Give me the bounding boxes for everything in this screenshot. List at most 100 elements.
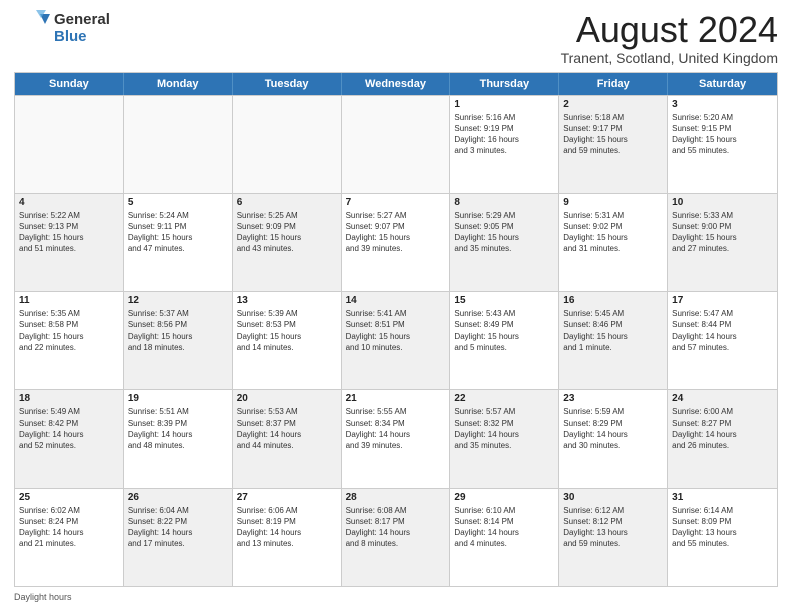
cal-cell-4: 4Sunrise: 5:22 AM Sunset: 9:13 PM Daylig… <box>15 194 124 291</box>
cal-cell-22: 22 Sunrise: 5:57 AM Sunset: 8:32 PM Dayli… <box>450 390 559 487</box>
day-info: Sunrise: 5:16 AM Sunset: 9:19 PM Dayligh… <box>454 112 554 157</box>
day-number: 25 <box>19 492 119 503</box>
day-number: 22 <box>454 393 554 404</box>
day-info: Sunrise: 6:02 AM Sunset: 8:24 PM Dayligh… <box>19 505 119 550</box>
cal-cell-empty-0-0 <box>15 96 124 193</box>
day-number: 3 <box>672 99 773 110</box>
cal-cell-31: 31 Sunrise: 6:14 AM Sunset: 8:09 PM Dayli… <box>668 489 777 586</box>
day-info: Sunrise: 5:51 AM Sunset: 8:39 PM Dayligh… <box>128 406 228 451</box>
calendar: SundayMondayTuesdayWednesdayThursdayFrid… <box>14 72 778 587</box>
cal-week-4: 18 Sunrise: 5:49 AM Sunset: 8:42 PM Dayli… <box>15 389 777 487</box>
cal-cell-25: 25 Sunrise: 6:02 AM Sunset: 8:24 PM Dayli… <box>15 489 124 586</box>
day-info: Sunrise: 6:12 AM Sunset: 8:12 PM Dayligh… <box>563 505 663 550</box>
day-info: Sunrise: 5:59 AM Sunset: 8:29 PM Dayligh… <box>563 406 663 451</box>
day-info: Sunrise: 5:29 AM Sunset: 9:05 PM Dayligh… <box>454 210 554 255</box>
cal-cell-19: 19 Sunrise: 5:51 AM Sunset: 8:39 PM Dayli… <box>124 390 233 487</box>
day-number: 2 <box>563 99 663 110</box>
logo-icon <box>14 10 50 46</box>
day-info: Sunrise: 6:10 AM Sunset: 8:14 PM Dayligh… <box>454 505 554 550</box>
cal-cell-18: 18 Sunrise: 5:49 AM Sunset: 8:42 PM Dayli… <box>15 390 124 487</box>
day-number: 20 <box>237 393 337 404</box>
cal-week-5: 25 Sunrise: 6:02 AM Sunset: 8:24 PM Dayli… <box>15 488 777 586</box>
logo-general-text: General <box>54 11 110 28</box>
footer: Daylight hours <box>14 592 778 602</box>
day-info: Sunrise: 5:31 AM Sunset: 9:02 PM Dayligh… <box>563 210 663 255</box>
day-number: 27 <box>237 492 337 503</box>
location: Tranent, Scotland, United Kingdom <box>561 50 778 66</box>
cal-cell-20: 20 Sunrise: 5:53 AM Sunset: 8:37 PM Dayli… <box>233 390 342 487</box>
day-number: 16 <box>563 295 663 306</box>
day-number: 29 <box>454 492 554 503</box>
day-info: Sunrise: 5:49 AM Sunset: 8:42 PM Dayligh… <box>19 406 119 451</box>
cal-cell-26: 26 Sunrise: 6:04 AM Sunset: 8:22 PM Dayli… <box>124 489 233 586</box>
cal-header-thursday: Thursday <box>450 73 559 95</box>
cal-cell-5: 5Sunrise: 5:24 AM Sunset: 9:11 PM Daylig… <box>124 194 233 291</box>
day-number: 9 <box>563 197 663 208</box>
day-number: 23 <box>563 393 663 404</box>
day-info: Sunrise: 6:04 AM Sunset: 8:22 PM Dayligh… <box>128 505 228 550</box>
day-number: 24 <box>672 393 773 404</box>
cal-cell-17: 17Sunrise: 5:47 AM Sunset: 8:44 PM Dayli… <box>668 292 777 389</box>
day-info: Sunrise: 5:18 AM Sunset: 9:17 PM Dayligh… <box>563 112 663 157</box>
day-number: 26 <box>128 492 228 503</box>
cal-cell-14: 14 Sunrise: 5:41 AM Sunset: 8:51 PM Dayli… <box>342 292 451 389</box>
cal-cell-6: 6Sunrise: 5:25 AM Sunset: 9:09 PM Daylig… <box>233 194 342 291</box>
day-info: Sunrise: 5:55 AM Sunset: 8:34 PM Dayligh… <box>346 406 446 451</box>
day-info: Sunrise: 6:08 AM Sunset: 8:17 PM Dayligh… <box>346 505 446 550</box>
day-info: Sunrise: 5:27 AM Sunset: 9:07 PM Dayligh… <box>346 210 446 255</box>
cal-cell-8: 8 Sunrise: 5:29 AM Sunset: 9:05 PM Daylig… <box>450 194 559 291</box>
day-number: 14 <box>346 295 446 306</box>
cal-cell-9: 9 Sunrise: 5:31 AM Sunset: 9:02 PM Daylig… <box>559 194 668 291</box>
cal-cell-7: 7 Sunrise: 5:27 AM Sunset: 9:07 PM Daylig… <box>342 194 451 291</box>
cal-cell-10: 10Sunrise: 5:33 AM Sunset: 9:00 PM Dayli… <box>668 194 777 291</box>
cal-cell-empty-0-3 <box>342 96 451 193</box>
day-info: Sunrise: 6:14 AM Sunset: 8:09 PM Dayligh… <box>672 505 773 550</box>
day-number: 5 <box>128 197 228 208</box>
day-info: Sunrise: 5:47 AM Sunset: 8:44 PM Dayligh… <box>672 308 773 353</box>
day-number: 13 <box>237 295 337 306</box>
day-number: 12 <box>128 295 228 306</box>
cal-cell-2: 2 Sunrise: 5:18 AM Sunset: 9:17 PM Daylig… <box>559 96 668 193</box>
day-number: 18 <box>19 393 119 404</box>
cal-cell-24: 24 Sunrise: 6:00 AM Sunset: 8:27 PM Dayli… <box>668 390 777 487</box>
day-info: Sunrise: 5:43 AM Sunset: 8:49 PM Dayligh… <box>454 308 554 353</box>
day-number: 1 <box>454 99 554 110</box>
cal-cell-28: 28 Sunrise: 6:08 AM Sunset: 8:17 PM Dayli… <box>342 489 451 586</box>
cal-week-1: 1 Sunrise: 5:16 AM Sunset: 9:19 PM Daylig… <box>15 95 777 193</box>
day-number: 6 <box>237 197 337 208</box>
cal-header-saturday: Saturday <box>668 73 777 95</box>
day-number: 28 <box>346 492 446 503</box>
calendar-body: 1 Sunrise: 5:16 AM Sunset: 9:19 PM Daylig… <box>15 95 777 586</box>
cal-header-wednesday: Wednesday <box>342 73 451 95</box>
day-info: Sunrise: 6:00 AM Sunset: 8:27 PM Dayligh… <box>672 406 773 451</box>
day-number: 19 <box>128 393 228 404</box>
day-number: 31 <box>672 492 773 503</box>
cal-cell-empty-0-1 <box>124 96 233 193</box>
day-info: Sunrise: 6:06 AM Sunset: 8:19 PM Dayligh… <box>237 505 337 550</box>
cal-header-tuesday: Tuesday <box>233 73 342 95</box>
month-title: August 2024 <box>561 10 778 50</box>
day-number: 8 <box>454 197 554 208</box>
cal-cell-15: 15Sunrise: 5:43 AM Sunset: 8:49 PM Dayli… <box>450 292 559 389</box>
page: General Blue August 2024 Tranent, Scotla… <box>0 0 792 612</box>
cal-cell-13: 13Sunrise: 5:39 AM Sunset: 8:53 PM Dayli… <box>233 292 342 389</box>
day-info: Sunrise: 5:45 AM Sunset: 8:46 PM Dayligh… <box>563 308 663 353</box>
cal-cell-27: 27 Sunrise: 6:06 AM Sunset: 8:19 PM Dayli… <box>233 489 342 586</box>
cal-cell-29: 29 Sunrise: 6:10 AM Sunset: 8:14 PM Dayli… <box>450 489 559 586</box>
day-info: Sunrise: 5:57 AM Sunset: 8:32 PM Dayligh… <box>454 406 554 451</box>
cal-header-friday: Friday <box>559 73 668 95</box>
day-info: Sunrise: 5:41 AM Sunset: 8:51 PM Dayligh… <box>346 308 446 353</box>
day-info: Sunrise: 5:20 AM Sunset: 9:15 PM Dayligh… <box>672 112 773 157</box>
header: General Blue August 2024 Tranent, Scotla… <box>14 10 778 66</box>
cal-cell-16: 16 Sunrise: 5:45 AM Sunset: 8:46 PM Dayli… <box>559 292 668 389</box>
logo: General Blue <box>14 10 110 46</box>
day-info: Sunrise: 5:53 AM Sunset: 8:37 PM Dayligh… <box>237 406 337 451</box>
title-block: August 2024 Tranent, Scotland, United Ki… <box>561 10 778 66</box>
cal-cell-23: 23 Sunrise: 5:59 AM Sunset: 8:29 PM Dayli… <box>559 390 668 487</box>
cal-header-sunday: Sunday <box>15 73 124 95</box>
cal-cell-21: 21Sunrise: 5:55 AM Sunset: 8:34 PM Dayli… <box>342 390 451 487</box>
cal-cell-12: 12 Sunrise: 5:37 AM Sunset: 8:56 PM Dayli… <box>124 292 233 389</box>
cal-header-monday: Monday <box>124 73 233 95</box>
day-info: Sunrise: 5:37 AM Sunset: 8:56 PM Dayligh… <box>128 308 228 353</box>
day-number: 7 <box>346 197 446 208</box>
